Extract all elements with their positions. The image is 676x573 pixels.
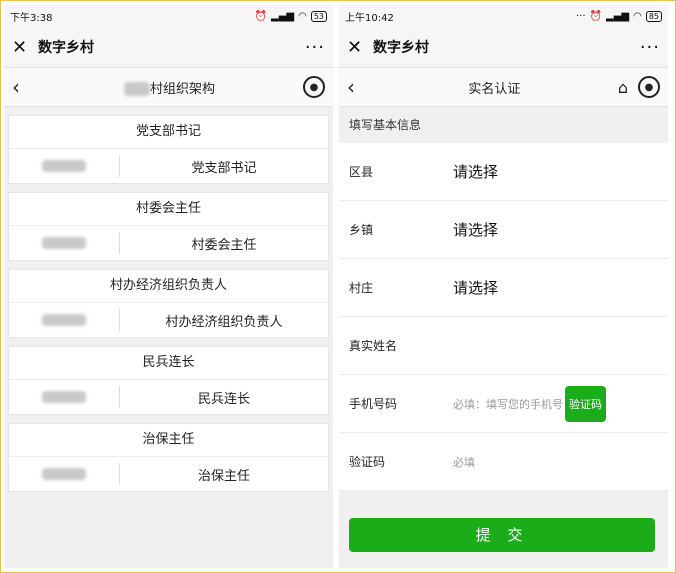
role-title: 治保主任 [9,424,328,457]
alarm-icon: ⏰ [589,10,602,22]
status-icons: ⏰ ▂▄▆ ◠ 53 [254,10,327,22]
role-title: 民兵连长 [9,347,328,380]
field-label: 验证码 [349,455,386,469]
member-position: 村办经济组织负责人 [165,314,283,330]
back-icon[interactable]: ‹ [12,75,36,99]
role-title: 村办经济组织负责人 [9,270,328,303]
org-row: 村委会主任 [9,226,328,260]
more-icon[interactable]: ··· [640,37,660,58]
org-card: 民兵连长 民兵连长 [8,346,329,415]
close-icon[interactable]: ✕ [12,37,32,58]
org-card: 村办经济组织负责人 村办经济组织负责人 [8,269,329,338]
signal-icon: ▂▄▆ [606,10,630,22]
phone-field: 手机号码 必填：填写您的手机号 验证码 [339,375,668,433]
app-title: 数字乡村 [38,40,94,56]
page-title: 实名认证 [468,81,521,97]
signal-icon: ▂▄▆ [271,10,295,22]
org-list: 党支部书记 党支部书记 村委会主任 村委会主任 村办经济组织负责人 村办经济组织… [4,107,333,492]
phone-input[interactable]: 必填：填写您的手机号 [453,396,563,412]
alarm-icon: ⏰ [254,10,267,22]
org-row: 党支部书记 [9,149,328,183]
page-title: 村组织架构 [36,78,303,97]
field-label: 手机号码 [349,397,398,411]
battery-icon: 53 [310,10,327,22]
field-value: 请选择 [453,163,499,181]
org-row: 村办经济组织负责人 [9,303,328,337]
back-icon[interactable]: ‹ [347,75,371,99]
town-select[interactable]: 乡镇 请选择 [339,201,668,259]
auth-form: 区县 请选择 乡镇 请选择 村庄 请选择 真实姓名 手机号码 必填：填写您的手机… [339,143,668,491]
submit-button[interactable]: 提 交 [349,518,655,552]
wifi-icon: ◠ [298,10,307,22]
member-name [9,463,120,485]
battery-icon: 85 [645,10,662,22]
section-title: 填写基本信息 [339,107,668,143]
member-name [9,386,120,408]
role-title: 党支部书记 [9,116,328,149]
wifi-icon: ◠ [633,10,642,22]
real-name-field[interactable]: 真实姓名 [339,317,668,375]
org-card: 治保主任 治保主任 [8,423,329,492]
code-input[interactable]: 必填 [453,454,475,470]
field-label: 村庄 [349,281,374,295]
org-card: 村委会主任 村委会主任 [8,192,329,261]
status-bar: 下午3:38 ⏰ ▂▄▆ ◠ 53 [4,5,333,27]
wechat-titlebar: ✕ 数字乡村 ··· [339,27,668,68]
village-select[interactable]: 村庄 请选择 [339,259,668,317]
code-field: 验证码 必填 [339,433,668,491]
member-name [9,155,120,177]
status-time: 上午10:42 [345,12,394,24]
member-position: 党支部书记 [191,160,257,176]
field-label: 乡镇 [349,223,374,237]
wechat-titlebar: ✕ 数字乡村 ··· [4,27,333,68]
close-icon[interactable]: ✕ [347,37,367,58]
member-name [9,309,120,331]
left-phone: 下午3:38 ⏰ ▂▄▆ ◠ 53 ✕ 数字乡村 ··· ‹ 村组织架构 ● 党… [4,5,333,568]
org-row: 民兵连长 [9,380,328,414]
field-value: 请选择 [453,279,499,297]
blurred-village-name [123,82,150,96]
org-card: 党支部书记 党支部书记 [8,115,329,184]
member-position: 民兵连长 [197,391,250,407]
member-position: 治保主任 [197,468,250,484]
field-label: 真实姓名 [349,339,398,353]
user-icon[interactable]: ● [303,76,325,98]
home-icon[interactable]: ⌂ [618,78,628,97]
org-row: 治保主任 [9,457,328,491]
more-dots-icon: ··· [576,10,586,22]
status-bar: 上午10:42 ··· ⏰ ▂▄▆ ◠ 85 [339,5,668,27]
page-navbar: ‹ 实名认证 ⌂ ● [339,68,668,107]
status-time: 下午3:38 [10,12,53,24]
status-icons: ··· ⏰ ▂▄▆ ◠ 85 [576,10,662,22]
user-icon[interactable]: ● [638,76,660,98]
member-name [9,232,120,254]
district-select[interactable]: 区县 请选择 [339,143,668,201]
field-label: 区县 [349,165,374,179]
member-position: 村委会主任 [191,237,257,253]
field-value: 请选择 [453,221,499,239]
more-icon[interactable]: ··· [305,37,325,58]
get-code-button[interactable]: 验证码 [565,385,606,422]
role-title: 村委会主任 [9,193,328,226]
right-phone: 上午10:42 ··· ⏰ ▂▄▆ ◠ 85 ✕ 数字乡村 ··· ‹ 实名认证… [339,5,668,568]
app-title: 数字乡村 [373,40,429,56]
page-navbar: ‹ 村组织架构 ● [4,68,333,107]
